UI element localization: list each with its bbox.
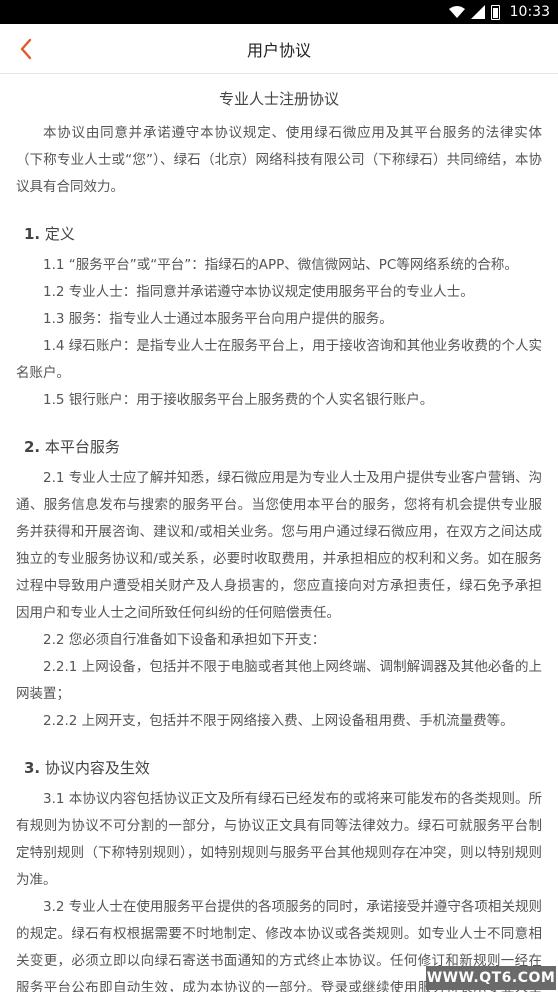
section-number: 3. — [24, 759, 41, 777]
clause-3-1: 3.1 本协议内容包括协议正文及所有绿石已经发布的或将来可能发布的各类规则。所有… — [16, 791, 542, 888]
section-title: 本平台服务 — [44, 438, 120, 456]
status-time: 10:33 — [509, 4, 550, 20]
section-number: 1. — [24, 225, 41, 243]
battery-icon — [490, 4, 500, 20]
intro-paragraph: 本协议由同意并承诺遵守本协议规定、使用绿石微应用及其平台服务的法律实体（下称专业… — [16, 125, 542, 195]
clause-1-5: 1.5 银行账户：用于接收服务平台上服务费的个人实名银行账户。 — [43, 392, 434, 408]
clause-2-2-1: 2.2.1 上网设备，包括并不限于电脑或者其他上网终端、调制解调器及其他必备的上… — [16, 659, 542, 702]
watermark-logo: WWW.QT6.COM — [426, 966, 556, 990]
clause-1-1: 1.1 “服务平台”或“平台”：指绿石的APP、微信微网站、PC等网络系统的合称… — [43, 257, 518, 273]
section-heading-platform-services: 2. 本平台服务 — [24, 434, 542, 461]
status-bar: 10:33 — [0, 0, 558, 24]
agreement-content[interactable]: 专业人士注册协议 本协议由同意并承诺遵守本协议规定、使用绿石微应用及其平台服务的… — [0, 74, 558, 992]
document-title: 专业人士注册协议 — [218, 90, 339, 108]
section-title: 协议内容及生效 — [44, 759, 150, 777]
section-title: 定义 — [44, 225, 75, 243]
section-heading-agreement-content: 3. 协议内容及生效 — [24, 755, 542, 782]
section-number: 2. — [24, 438, 41, 456]
clause-2-1: 2.1 专业人士应了解并知悉，绿石微应用是为专业人士及用户提供专业客户营销、沟通… — [16, 470, 542, 621]
clause-1-2: 1.2 专业人士：指同意并承诺遵守本协议规定使用服务平台的专业人士。 — [43, 284, 474, 300]
signal-icon — [470, 5, 485, 19]
clause-2-2: 2.2 您必须自行准备如下设备和承担如下开支： — [43, 632, 326, 648]
wifi-icon — [448, 6, 465, 18]
app-bar: 用户协议 — [0, 24, 558, 74]
chevron-left-icon — [20, 38, 32, 60]
clause-2-2-2: 2.2.2 上网开支，包括并不限于网络接入费、上网设备租用费、手机流量费等。 — [43, 713, 514, 729]
clause-1-3: 1.3 服务：指专业人士通过本服务平台向用户提供的服务。 — [43, 311, 393, 327]
section-heading-definitions: 1. 定义 — [24, 221, 542, 248]
page-title: 用户协议 — [246, 40, 311, 60]
clause-1-4: 1.4 绿石账户：是指专业人士在服务平台上，用于接收咨询和其他业务收费的个人实名… — [16, 338, 542, 381]
back-button[interactable] — [6, 29, 46, 69]
